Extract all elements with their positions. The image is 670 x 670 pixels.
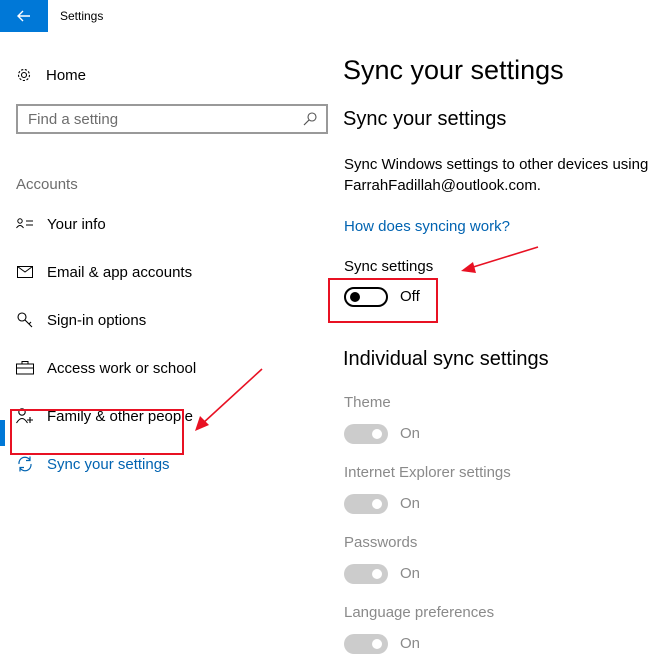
sidebar-item-label: Your info [47,215,106,233]
passwords-toggle[interactable] [344,564,388,584]
sync-icon [16,455,34,473]
sidebar-item-email[interactable]: Email & app accounts [16,260,192,284]
theme-label: Theme [344,394,391,411]
sidebar-home[interactable]: Home [16,65,86,85]
toggle-knob [372,569,382,579]
window-title: Settings [60,9,104,23]
briefcase-icon [16,359,34,377]
back-button[interactable] [0,0,48,32]
toggle-knob [372,499,382,509]
language-prefs-state: On [400,635,421,652]
sidebar-item-label: Sync your settings [47,455,170,473]
sync-settings-label: Sync settings [344,258,434,275]
how-sync-works-link[interactable]: How does syncing work? [344,218,510,235]
sidebar-item-label: Sign-in options [47,311,147,329]
search-icon[interactable] [302,111,318,127]
section-title: Sync your settings [343,108,507,130]
theme-toggle[interactable] [344,424,388,444]
language-prefs-toggle[interactable] [344,634,388,654]
sidebar-item-label: Email & app accounts [47,263,193,281]
passwords-label: Passwords [344,534,418,551]
active-indicator [0,420,5,446]
sidebar-item-sync[interactable]: Sync your settings [16,452,170,476]
individual-sync-title: Individual sync settings [343,348,549,370]
ie-settings-label: Internet Explorer settings [344,464,511,481]
annotation-box-nav [10,409,184,455]
sidebar-item-your-info[interactable]: Your info [16,212,106,236]
key-icon [16,311,34,329]
sync-description: Sync Windows settings to other devices u… [344,156,649,194]
gear-icon [16,67,32,83]
passwords-state: On [400,565,421,582]
toggle-knob [372,639,382,649]
person-card-icon [16,215,34,233]
annotation-arrow-toggle [469,246,539,269]
annotation-box-toggle [328,278,438,323]
ie-settings-toggle[interactable] [344,494,388,514]
toggle-knob [372,429,382,439]
ie-settings-state: On [400,495,421,512]
sidebar-item-work-school[interactable]: Access work or school [16,356,196,380]
section-label-accounts: Accounts [16,176,78,193]
page-title: Sync your settings [343,55,564,85]
sidebar-item-sign-in[interactable]: Sign-in options [16,308,146,332]
search-input[interactable]: Find a setting [16,104,328,134]
back-arrow-icon [17,10,30,22]
sidebar-item-label: Access work or school [47,359,197,377]
home-label: Home [46,66,87,84]
title-bar: Settings [0,0,670,32]
mail-icon [16,263,34,281]
theme-state: On [400,425,421,442]
language-prefs-label: Language preferences [344,604,495,621]
search-placeholder: Find a setting [28,110,119,128]
sidebar: Home Find a setting Accounts [0,32,330,670]
annotation-arrowhead-toggle [461,262,476,273]
